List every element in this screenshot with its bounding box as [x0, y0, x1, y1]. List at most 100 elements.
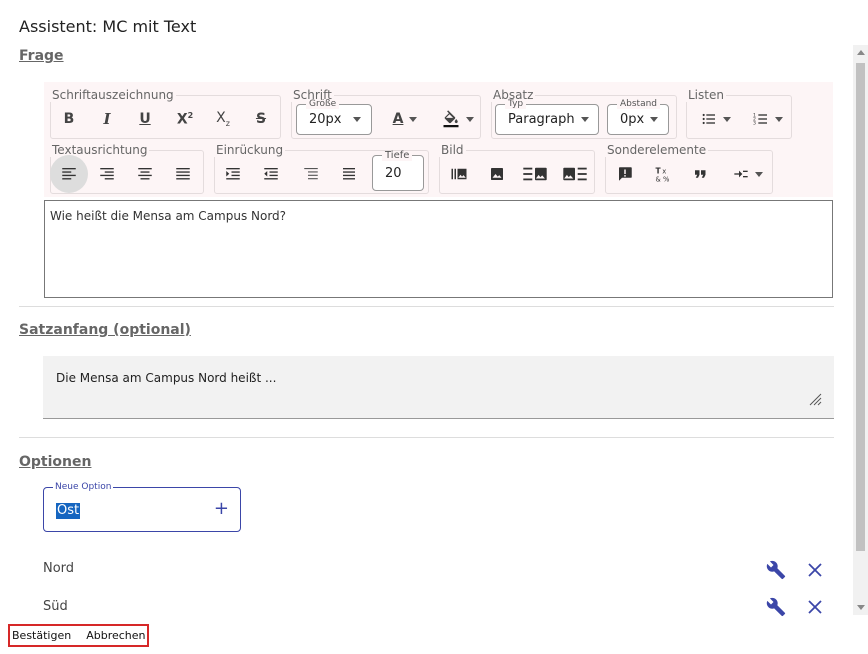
new-option-field[interactable]: Neue Option Ost +: [43, 482, 241, 532]
dialog-title: Assistent: MC mit Text: [19, 17, 197, 36]
depth-label: Tiefe: [382, 151, 413, 161]
italic-button[interactable]: I: [94, 106, 120, 132]
underline-button[interactable]: U: [132, 106, 158, 132]
hanging-indent-button[interactable]: [298, 161, 324, 187]
font-size-value: 20px: [309, 112, 342, 127]
resize-grip-icon[interactable]: [808, 392, 822, 406]
align-left-icon: [62, 168, 76, 180]
new-option-input[interactable]: Ost: [56, 503, 81, 519]
chevron-down-icon: [409, 116, 418, 122]
svg-text:T: T: [656, 166, 662, 175]
group-label-bild: Bild: [439, 143, 466, 157]
align-justify-button[interactable]: [170, 161, 196, 187]
cancel-button[interactable]: Abbrechen: [75, 629, 149, 642]
question-text: Wie heißt die Mensa am Campus Nord?: [50, 209, 287, 223]
divider: [19, 306, 834, 307]
confirm-button[interactable]: Bestätigen: [10, 629, 75, 642]
dialog-actions: Bestätigen Abbrechen: [8, 624, 149, 647]
paragraph-lines-icon: [343, 168, 355, 180]
question-editor[interactable]: Wie heißt die Mensa am Campus Nord?: [44, 200, 833, 298]
group-label-schriftauszeichnung: Schriftauszeichnung: [50, 88, 176, 102]
image-gallery-icon: [451, 168, 467, 180]
option-label: Nord: [43, 561, 75, 576]
scroll-down-arrow[interactable]: [857, 605, 865, 610]
image-gallery-button[interactable]: [446, 161, 472, 187]
image-text-right-button[interactable]: [520, 161, 550, 187]
insert-image-button[interactable]: [484, 161, 510, 187]
bullet-list-icon: [702, 113, 715, 125]
bold-button[interactable]: B: [56, 106, 82, 132]
indent-decrease-icon: [264, 168, 278, 180]
image-text-left-button[interactable]: [560, 161, 590, 187]
add-option-icon[interactable]: +: [214, 499, 229, 519]
sentence-start-text: Die Mensa am Campus Nord heißt ...: [56, 371, 277, 385]
chevron-down-icon: [755, 171, 763, 177]
indent-decrease-button[interactable]: [258, 161, 284, 187]
group-label-listen: Listen: [686, 88, 726, 102]
quote-icon: [695, 170, 706, 178]
svg-text:3: 3: [753, 120, 756, 126]
wrench-icon[interactable]: [766, 560, 786, 580]
indent-increase-button[interactable]: [220, 161, 246, 187]
image-text-right-icon: [563, 167, 587, 181]
scroll-up-arrow[interactable]: [857, 50, 865, 55]
scrollbar-thumb[interactable]: [856, 63, 865, 551]
indent-increase-icon: [226, 168, 240, 180]
option-label: Süd: [43, 599, 68, 614]
svg-text:%: %: [663, 176, 670, 184]
close-icon[interactable]: [807, 599, 823, 615]
quote-button[interactable]: [688, 161, 714, 187]
paragraph-type-label: Typ: [505, 99, 527, 109]
font-color-icon: A: [392, 111, 404, 127]
fill-color-icon: [443, 110, 459, 128]
align-center-icon: [138, 168, 152, 180]
strikethrough-button[interactable]: S: [248, 106, 274, 132]
divider: [19, 437, 834, 438]
math-formula-icon: Tx&%: [656, 166, 671, 184]
spacing-value: 0px: [620, 112, 645, 127]
superscript-button[interactable]: X2: [172, 106, 198, 132]
group-label-sonderelemente: Sonderelemente: [605, 143, 709, 157]
info-box-button[interactable]: [612, 161, 638, 187]
svg-text:&: &: [656, 176, 662, 184]
chevron-down-icon: [775, 116, 783, 122]
feedback-icon: [619, 167, 632, 181]
vertical-scrollbar[interactable]: [853, 45, 868, 615]
formula-button[interactable]: Tx &%: [650, 161, 676, 187]
paragraph-type-value: Paragraph: [508, 112, 575, 127]
chevron-down-icon: [353, 117, 361, 122]
font-size-label: Größe: [306, 99, 340, 109]
align-right-icon: [100, 168, 114, 180]
satzanfang-heading: Satzanfang (optional): [19, 322, 191, 338]
chevron-down-icon: [580, 117, 589, 122]
sentence-start-textarea[interactable]: Die Mensa am Campus Nord heißt ...: [43, 356, 834, 419]
subscript-button[interactable]: Xz: [210, 106, 236, 132]
highlight-color-button[interactable]: [439, 106, 477, 132]
new-option-label: Neue Option: [53, 482, 114, 492]
spacing-label: Abstand: [617, 99, 661, 109]
frage-heading: Frage: [19, 48, 64, 64]
hanging-indent-icon: [304, 168, 318, 180]
image-text-left-icon: [523, 167, 547, 181]
optionen-heading: Optionen: [19, 454, 92, 470]
svg-text:x: x: [662, 167, 666, 175]
align-justify-icon: [176, 168, 190, 180]
bullet-list-button[interactable]: [696, 106, 736, 132]
align-left-button[interactable]: [50, 155, 88, 193]
chevron-down-icon: [723, 116, 731, 122]
wrench-icon[interactable]: [766, 597, 786, 617]
chevron-down-icon: [650, 117, 659, 122]
numbered-list-button[interactable]: 123: [748, 106, 788, 132]
insert-special-button[interactable]: [728, 161, 768, 187]
align-right-button[interactable]: [94, 161, 120, 187]
insert-field-icon: [734, 170, 748, 178]
align-center-button[interactable]: [132, 161, 158, 187]
close-icon[interactable]: [807, 562, 823, 578]
numbered-list-icon: 123: [753, 112, 767, 126]
group-label-einrueckung: Einrückung: [214, 143, 286, 157]
font-color-button[interactable]: A: [385, 106, 425, 132]
chevron-down-icon: [466, 116, 474, 122]
image-icon: [491, 168, 503, 180]
block-indent-button[interactable]: [336, 161, 362, 187]
depth-value: 20: [385, 165, 402, 181]
